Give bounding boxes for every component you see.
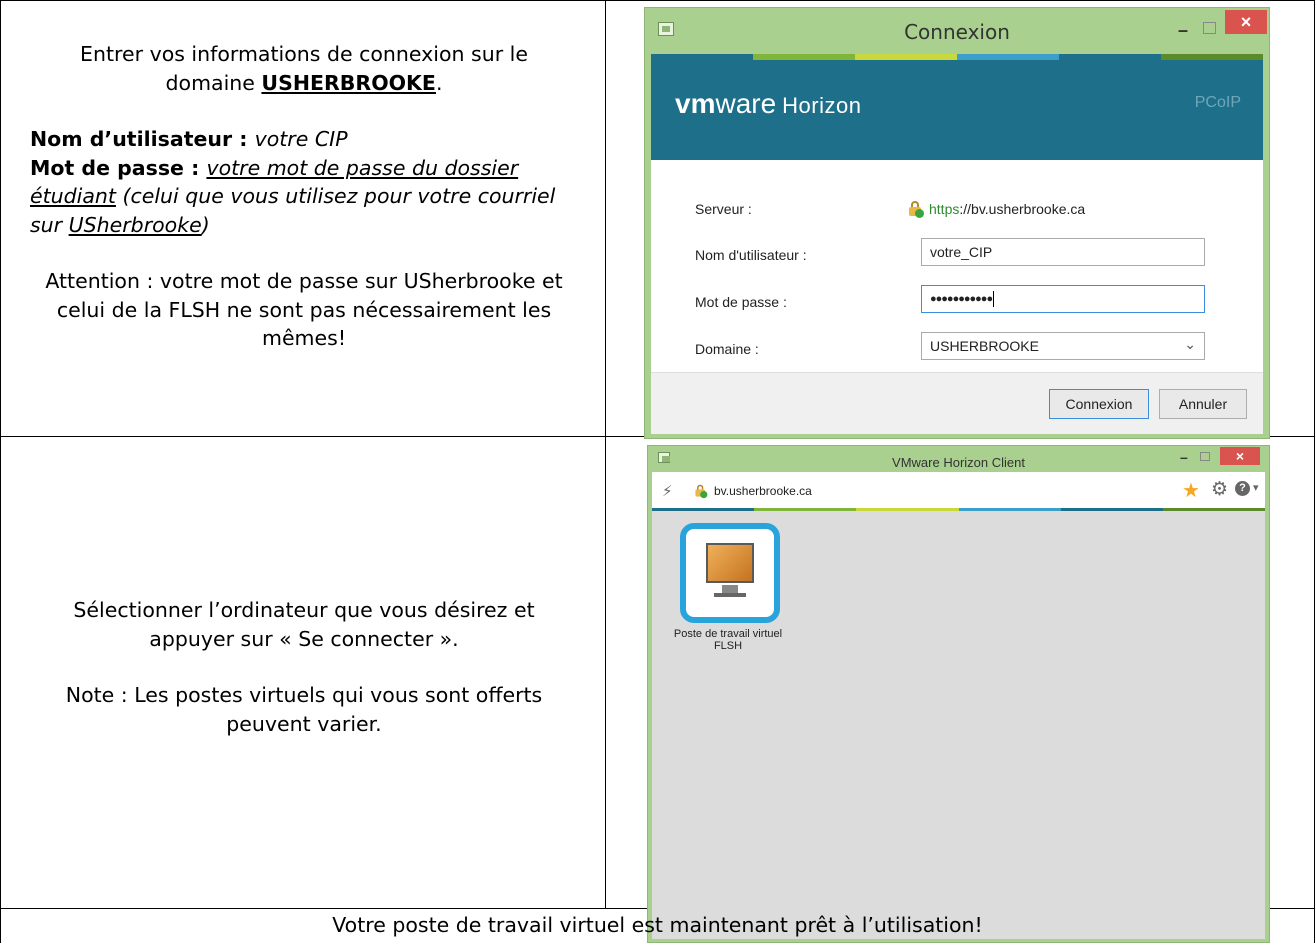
lock-check-icon [694, 484, 708, 499]
server-label: Serveur : [695, 201, 752, 217]
username-line: Nom d’utilisateur : votre CIP [30, 125, 578, 154]
dialog-title: Connexion [904, 20, 1010, 44]
minimize-icon[interactable]: – [1180, 449, 1188, 465]
select-desktop-instruction: Sélectionner l’ordinateur que vous désir… [73, 598, 535, 651]
login-form: Serveur : https://bv.usherbrooke.ca Nom … [651, 160, 1263, 372]
connect-button[interactable]: Connexion [1049, 389, 1149, 419]
desktop-tile-label[interactable]: Poste de travail virtuel FLSH [662, 628, 794, 652]
star-icon[interactable]: ★ [1182, 478, 1200, 503]
table-border-top [0, 0, 1315, 1]
banner-color-stripe [651, 54, 1263, 60]
table-border-left [0, 0, 1, 943]
lock-check-icon [907, 200, 925, 218]
chevron-down-icon: ⌄ [1184, 336, 1196, 352]
password-field-label: Mot de passe : [695, 294, 787, 310]
brand-ware: ware [715, 88, 777, 119]
credentials-block: Nom d’utilisateur : votre CIP Mot de pas… [30, 125, 578, 239]
domain-select[interactable]: USHERBROOKE ⌄ [921, 332, 1205, 360]
row2-instructions: Sélectionner l’ordinateur que vous désir… [30, 596, 578, 738]
close-icon[interactable]: × [1220, 447, 1260, 465]
warning-paragraph: Attention : votre mot de passe sur USher… [45, 269, 563, 350]
desktop-tile-flsh[interactable] [680, 523, 780, 623]
row1-instructions: Entrer vos informations de connexion sur… [30, 40, 578, 353]
instruction-table: Entrer vos informations de connexion sur… [0, 0, 1315, 943]
server-address: bv.usherbrooke.ca [692, 482, 812, 500]
username-field-label: Nom d'utilisateur : [695, 247, 807, 263]
username-value: votre CIP [254, 127, 348, 151]
plug-icon[interactable]: ⚡ [662, 482, 673, 500]
server-value: https://bv.usherbrooke.ca [907, 200, 1085, 218]
domain-select-value: USHERBROOKE [930, 338, 1039, 354]
intro-suffix: . [435, 70, 443, 95]
desktops-note: Note : Les postes virtuels qui vous sont… [65, 683, 543, 736]
password-note-link: USherbrooke [68, 212, 202, 237]
domain-field-label: Domaine : [695, 341, 759, 357]
text-caret [993, 291, 995, 308]
brand-vm: vm [675, 88, 716, 119]
password-note-suffix: ) [201, 212, 210, 237]
pcoip-logo: PCoIP [1194, 94, 1241, 111]
client-toolbar: ⚡ bv.usherbrooke.ca ★ ⚙ ? ▾ [652, 472, 1265, 508]
username-field[interactable]: votre_CIP [921, 238, 1205, 266]
intro-paragraph: Entrer vos informations de connexion sur… [30, 40, 578, 97]
password-field[interactable]: ●●●●●●●●●●● [921, 285, 1205, 313]
connexion-dialog: Connexion – × vmware Horizon PCoIP Serveu… [644, 7, 1270, 439]
ready-message: Votre poste de travail virtuel est maint… [332, 913, 983, 937]
horizon-client-window: VMware Horizon Client – × ⚡ bv.usherbroo… [647, 445, 1270, 943]
maximize-icon[interactable] [1203, 22, 1216, 34]
username-label: Nom d’utilisateur : [30, 127, 255, 151]
password-line: Mot de passe : votre mot de passe du dos… [30, 154, 578, 240]
desktop-icon [706, 543, 754, 583]
client-title: VMware Horizon Client [892, 455, 1025, 470]
brand-product: Horizon [782, 93, 862, 118]
table-column-divider [605, 0, 606, 908]
dialog-titlebar: Connexion – × [645, 8, 1269, 54]
password-label: Mot de passe : [30, 155, 207, 180]
help-dropdown-icon[interactable]: ▾ [1253, 481, 1259, 494]
maximize-icon[interactable] [1200, 452, 1210, 461]
dialog-button-bar: Connexion Annuler [651, 372, 1263, 434]
gear-icon[interactable]: ⚙ [1211, 478, 1228, 501]
domain-name: USHERBROOKE [261, 70, 436, 95]
password-mask: ●●●●●●●●●●● [930, 293, 993, 305]
close-icon[interactable]: × [1225, 10, 1267, 34]
vmware-banner: vmware Horizon PCoIP [651, 54, 1263, 160]
server-host: ://bv.usherbrooke.ca [959, 201, 1086, 217]
server-address-text: bv.usherbrooke.ca [714, 484, 812, 498]
cancel-button[interactable]: Annuler [1159, 389, 1247, 419]
server-protocol: https [929, 201, 960, 217]
minimize-icon[interactable]: – [1178, 20, 1188, 41]
desktop-list-area: Poste de travail virtuel FLSH [652, 511, 1265, 939]
vmware-horizon-logo: vmware Horizon [675, 88, 861, 120]
help-icon[interactable]: ? [1235, 481, 1250, 496]
